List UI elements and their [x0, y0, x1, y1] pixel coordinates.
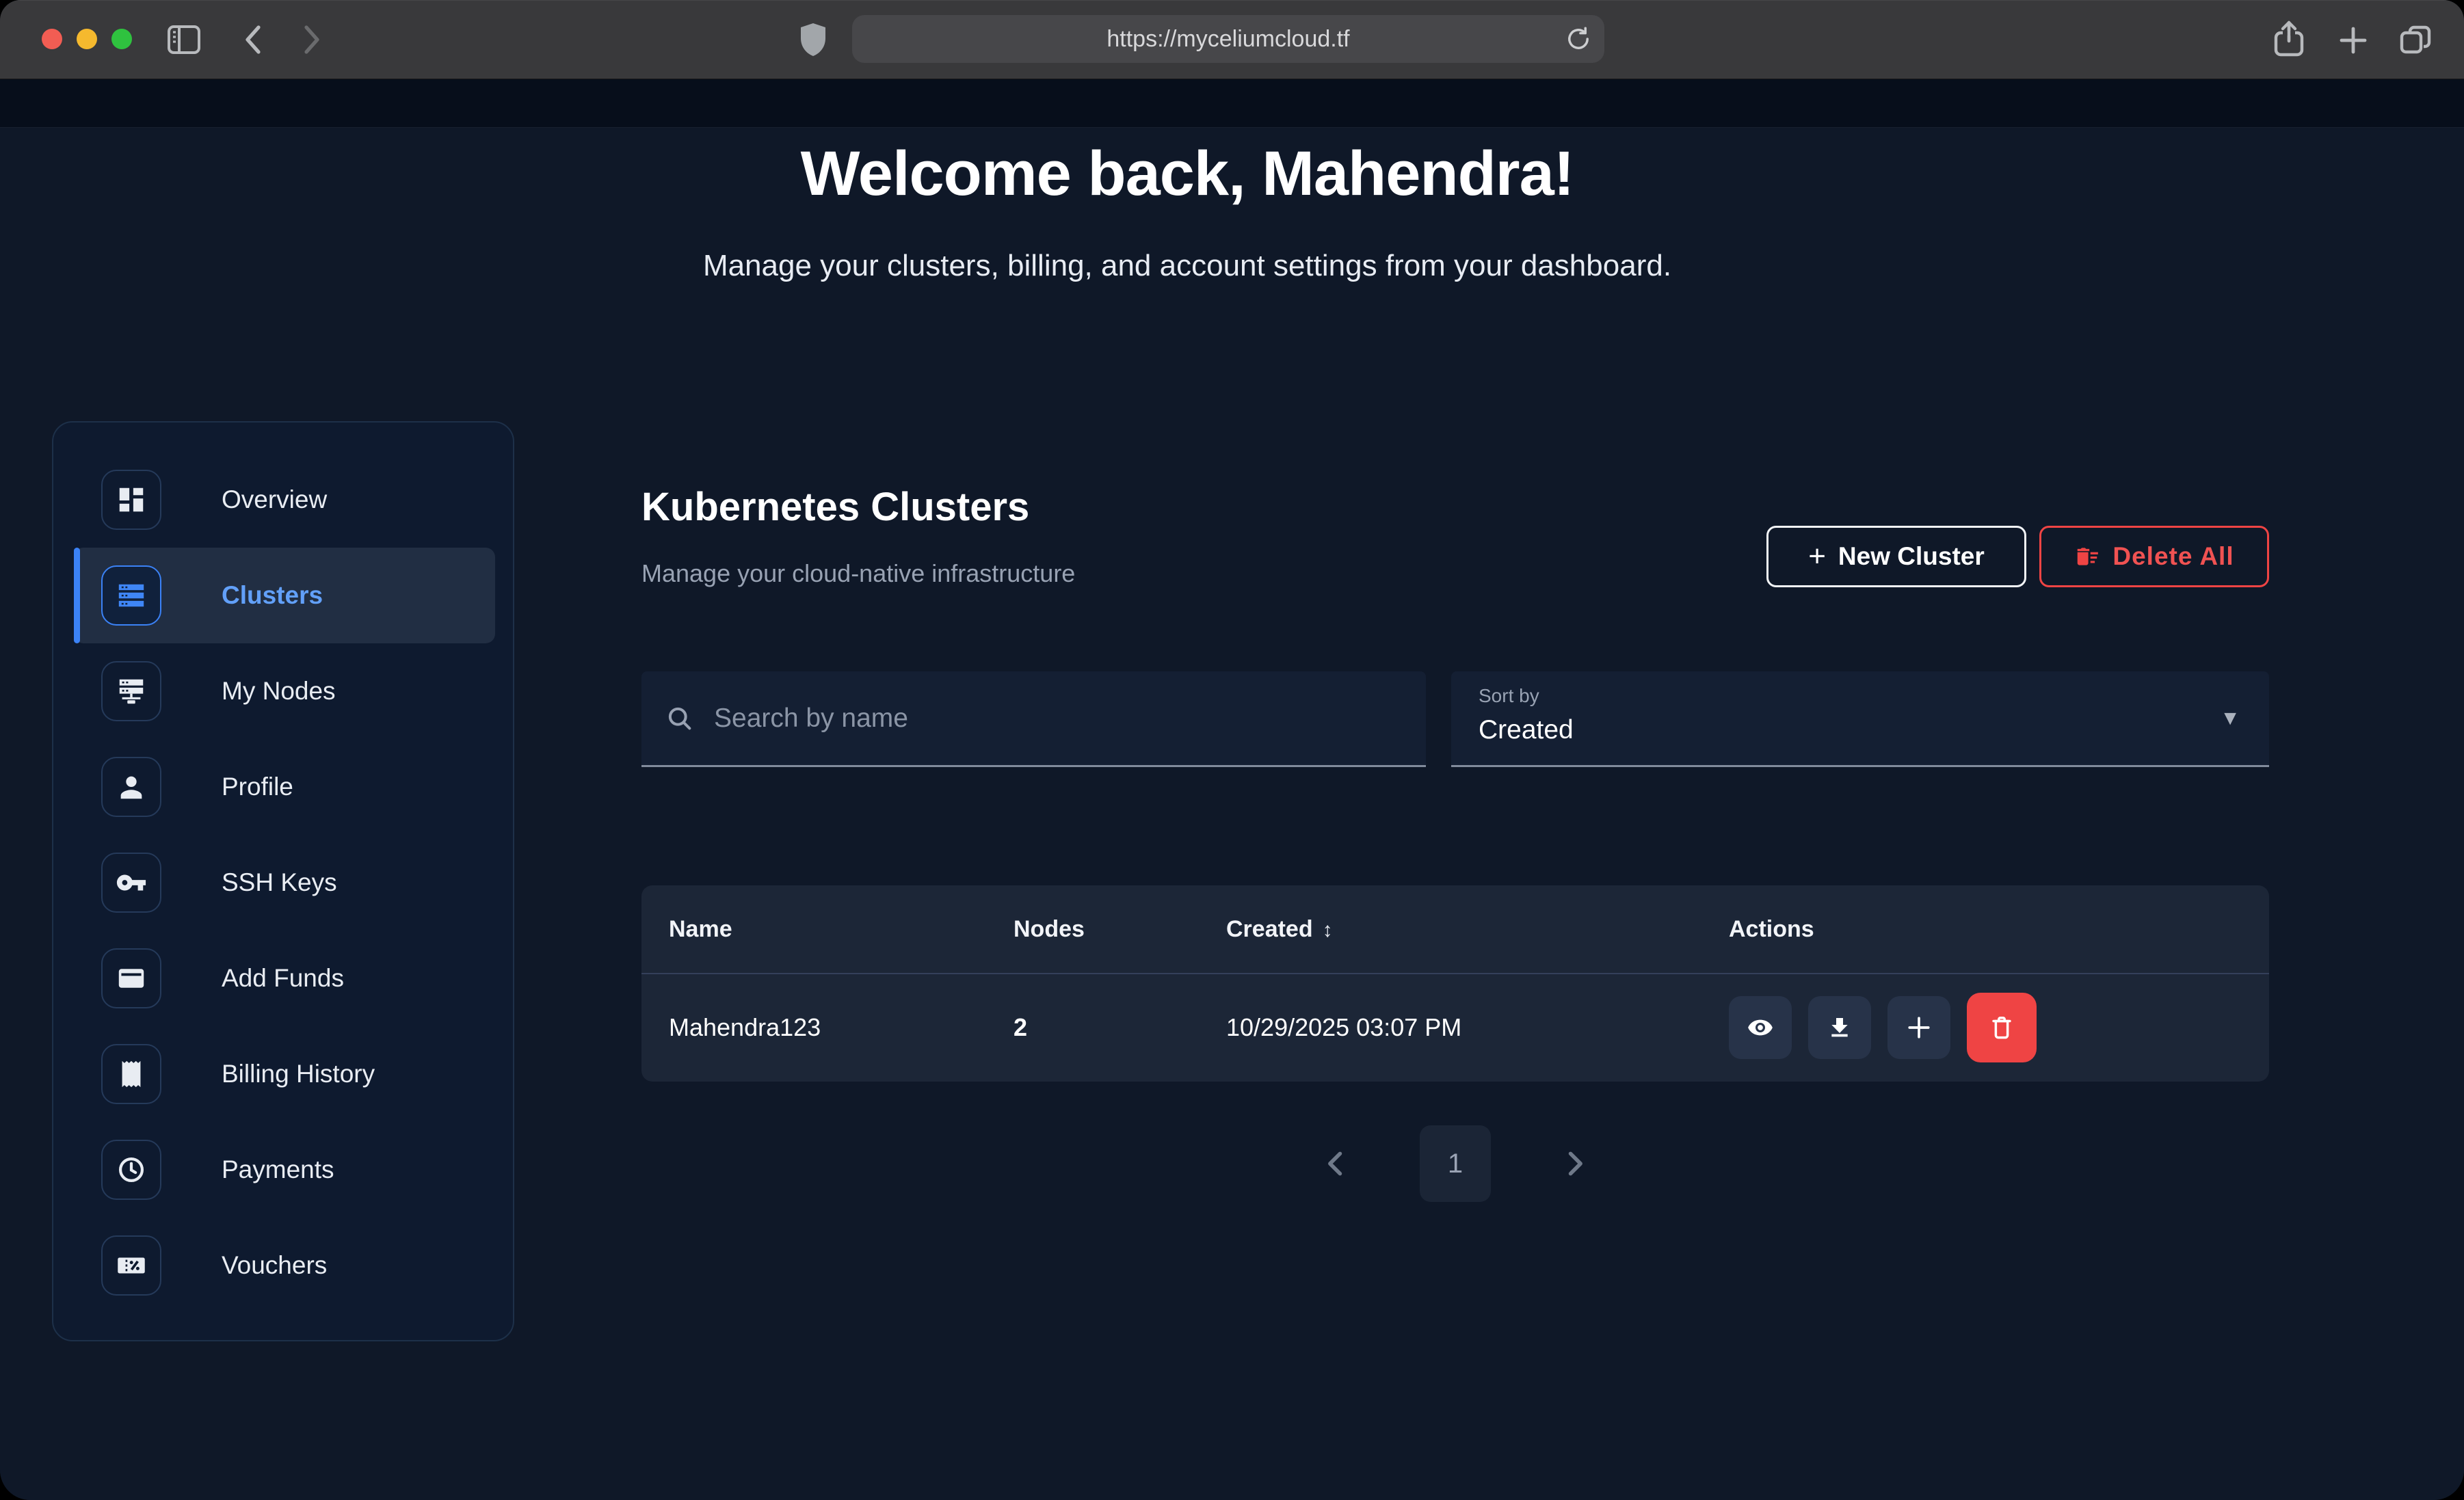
- new-cluster-label: New Cluster: [1838, 542, 1985, 571]
- trash-sweep-icon: [2074, 544, 2100, 570]
- sidebar-item-profile[interactable]: Profile: [74, 739, 495, 835]
- ticket-icon: [101, 1235, 161, 1296]
- cell-created-date: 10/29/2025 03:07 PM: [1226, 974, 1461, 1080]
- plus-icon: [2337, 25, 2369, 56]
- person-icon: [101, 757, 161, 817]
- sidebar-toggle-icon: [166, 24, 202, 55]
- sidebar-item-label: Clusters: [222, 581, 323, 610]
- pagination-next-button[interactable]: [1559, 1149, 1589, 1179]
- sidebar-item-label: Add Funds: [222, 964, 344, 993]
- sidebar: Overview Clusters My Nodes Profile: [52, 421, 514, 1341]
- sort-label: Sort by: [1479, 685, 2242, 707]
- page-title: Welcome back, Mahendra!: [0, 142, 2374, 205]
- sidebar-item-add-funds[interactable]: Add Funds: [74, 930, 495, 1026]
- clock-icon: [101, 1140, 161, 1200]
- sidebar-item-billing-history[interactable]: Billing History: [74, 1026, 495, 1122]
- close-window-button[interactable]: [42, 29, 62, 49]
- dashboard-page: Welcome back, Mahendra! Manage your clus…: [0, 79, 2464, 1500]
- search-input[interactable]: [713, 703, 1403, 734]
- section-title: Kubernetes Clusters: [641, 484, 1029, 530]
- back-button[interactable]: [241, 23, 264, 56]
- column-header-created[interactable]: Created↕: [1226, 885, 1333, 973]
- share-icon: [2272, 19, 2306, 59]
- reload-button[interactable]: [1563, 24, 1593, 54]
- wallet-icon: [101, 948, 161, 1008]
- privacy-shield-icon[interactable]: [799, 22, 827, 57]
- plus-icon: [1904, 1013, 1934, 1043]
- sort-arrows-icon: ↕: [1323, 919, 1333, 941]
- sidebar-item-label: Overview: [222, 485, 327, 514]
- tabs-icon: [2398, 22, 2433, 57]
- search-icon: [665, 704, 695, 734]
- chevron-down-icon: ▼: [2220, 707, 2240, 730]
- cell-cluster-name: Mahendra123: [669, 974, 821, 1080]
- sort-value: Created: [1479, 715, 2242, 745]
- delete-cluster-button[interactable]: [1967, 993, 2037, 1062]
- chevron-left-icon: [241, 23, 264, 56]
- view-cluster-button[interactable]: [1729, 996, 1792, 1059]
- address-bar[interactable]: https://myceliumcloud.tf: [852, 15, 1604, 63]
- sidebar-item-label: Payments: [222, 1155, 334, 1184]
- sidebar-item-label: Billing History: [222, 1060, 375, 1088]
- pagination: 1: [641, 1125, 2269, 1202]
- sidebar-item-label: Vouchers: [222, 1251, 327, 1280]
- browser-window: https://myceliumcloud.tf: [0, 0, 2464, 1500]
- trash-icon: [1987, 1013, 2017, 1043]
- row-actions: [1729, 993, 2037, 1062]
- sort-select[interactable]: Sort by Created ▼: [1451, 671, 2269, 767]
- sidebar-item-ssh-keys[interactable]: SSH Keys: [74, 835, 495, 930]
- browser-toolbar: https://myceliumcloud.tf: [0, 0, 2464, 79]
- delete-all-button[interactable]: Delete All: [2039, 526, 2269, 587]
- sidebar-item-payments[interactable]: Payments: [74, 1122, 495, 1218]
- page-subtitle: Manage your clusters, billing, and accou…: [0, 249, 2374, 283]
- column-header-name: Name: [669, 885, 732, 973]
- sidebar-item-overview[interactable]: Overview: [74, 452, 495, 548]
- search-field: [641, 671, 1426, 767]
- add-node-button[interactable]: [1887, 996, 1950, 1059]
- minimize-window-button[interactable]: [77, 29, 97, 49]
- receipt-icon: [101, 1044, 161, 1104]
- pagination-page[interactable]: 1: [1420, 1125, 1491, 1202]
- column-header-actions: Actions: [1729, 885, 1814, 973]
- server-stack-icon: [101, 565, 161, 626]
- new-cluster-button[interactable]: + New Cluster: [1766, 526, 2026, 587]
- top-nav-strip: [0, 79, 2464, 128]
- delete-all-label: Delete All: [2112, 542, 2234, 571]
- download-kubeconfig-button[interactable]: [1808, 996, 1871, 1059]
- sidebar-item-label: Profile: [222, 773, 293, 801]
- sidebar-item-label: SSH Keys: [222, 868, 337, 897]
- zoom-window-button[interactable]: [111, 29, 132, 49]
- download-icon: [1826, 1014, 1853, 1041]
- clusters-table: Name Nodes Created↕ Actions Mahendra123 …: [641, 885, 2269, 1082]
- tab-overview-button[interactable]: [2398, 22, 2433, 57]
- cell-nodes-count: 2: [1014, 974, 1027, 1080]
- sidebar-item-clusters[interactable]: Clusters: [74, 548, 495, 643]
- plus-icon: +: [1808, 539, 1826, 574]
- key-icon: [101, 853, 161, 913]
- traffic-lights: [42, 29, 132, 49]
- pagination-prev-button[interactable]: [1321, 1149, 1351, 1179]
- eye-icon: [1746, 1013, 1775, 1042]
- sidebar-toggle-button[interactable]: [166, 24, 202, 55]
- table-header: Name Nodes Created↕ Actions: [641, 885, 2269, 974]
- table-row: Mahendra123 2 10/29/2025 03:07 PM: [641, 974, 2269, 1080]
- address-bar-url: https://myceliumcloud.tf: [1107, 26, 1349, 53]
- chevron-left-icon: [1321, 1149, 1351, 1179]
- sidebar-item-label: My Nodes: [222, 677, 336, 706]
- chevron-right-icon: [301, 23, 324, 56]
- forward-button[interactable]: [301, 23, 324, 56]
- sidebar-item-my-nodes[interactable]: My Nodes: [74, 643, 495, 739]
- section-subtitle: Manage your cloud-native infrastructure: [641, 559, 1075, 588]
- dashboard-grid-icon: [101, 470, 161, 530]
- share-button[interactable]: [2272, 19, 2306, 59]
- column-header-nodes: Nodes: [1014, 885, 1085, 973]
- sidebar-item-vouchers[interactable]: Vouchers: [74, 1218, 495, 1313]
- new-tab-button[interactable]: [2337, 25, 2369, 56]
- node-rack-icon: [101, 661, 161, 721]
- chevron-right-icon: [1559, 1149, 1589, 1179]
- reload-icon: [1563, 24, 1593, 54]
